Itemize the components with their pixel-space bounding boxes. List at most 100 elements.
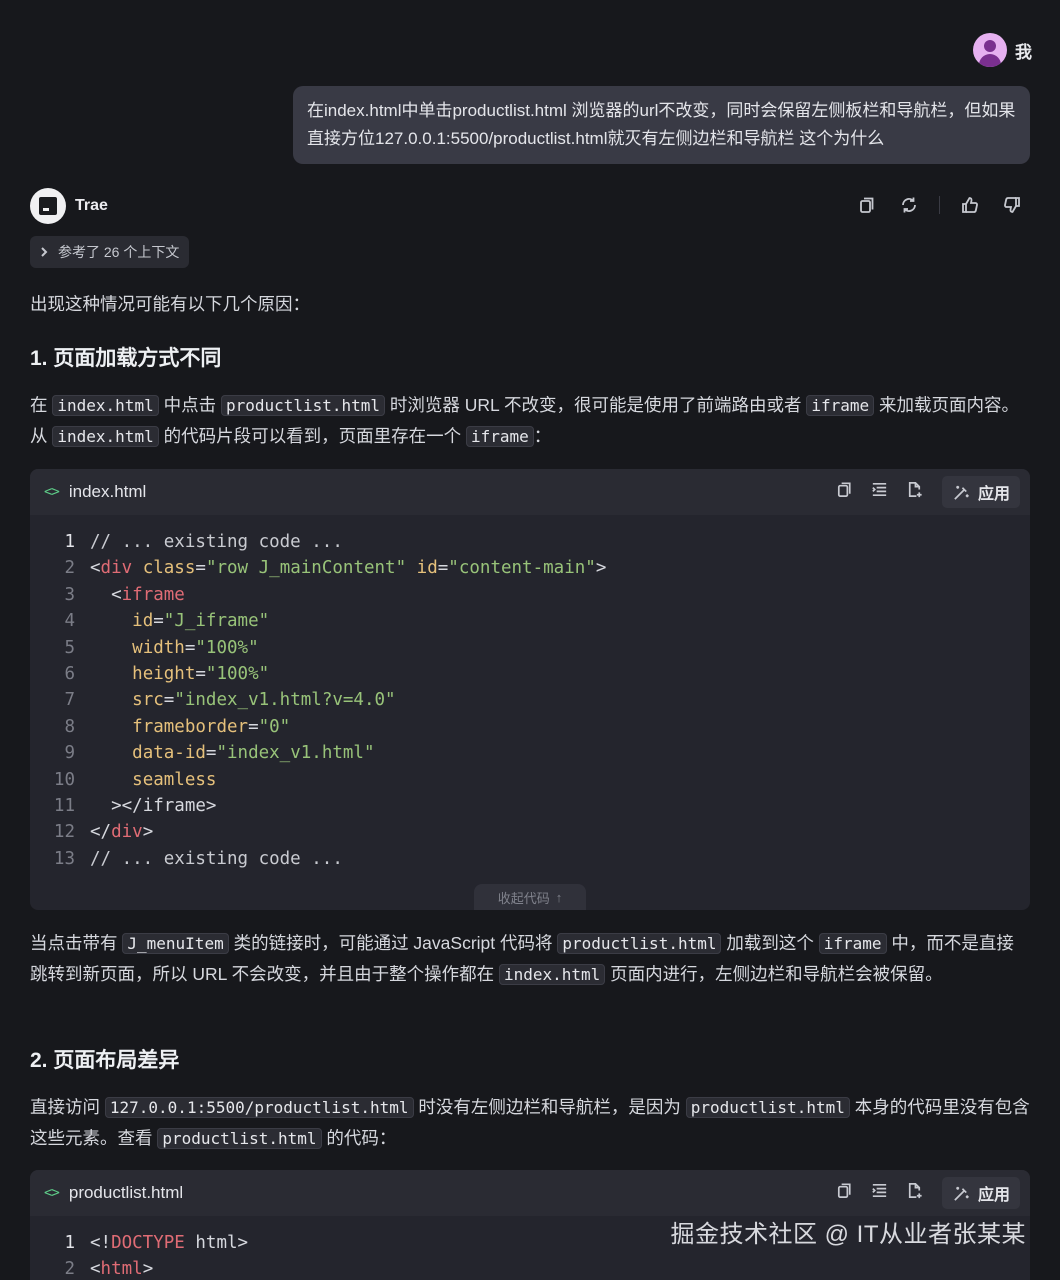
section2-heading: 2. 页面布局差异 [30,1049,180,1072]
chevron-right-icon [41,247,48,257]
assistant-name: Trae [75,197,108,214]
line-number: 12 [53,822,75,843]
intro-text: 出现这种情况可能有以下几个原因： [30,294,310,314]
user-message-bubble: 在index.html中单击productlist.html 浏览器的url不改… [293,86,1030,164]
insert-code-button[interactable] [870,1181,889,1205]
insert-code-button[interactable] [870,480,889,504]
like-button[interactable] [958,193,982,217]
watermark: 掘金技术社区 @ IT从业者张某某 [670,1221,1026,1248]
code-line: 12 </div> [30,819,1030,845]
assistant-header: Trae [30,188,108,224]
code-line: 2 <div class="row J_mainContent" id="cont… [30,555,1030,581]
line-source: id="J_iframe" [132,611,270,632]
code-line: 2 <html> [30,1256,1030,1280]
copy-code-button[interactable] [835,1181,854,1205]
arrow-up-icon: ↑ [555,889,563,905]
text-span: 加载到这个 [721,933,819,953]
apply-code-button[interactable]: 应用 [941,1177,1020,1209]
code-line: 4 id="J_iframe" [30,608,1030,634]
thumbs-up-icon [962,197,978,213]
code-icon: <> [44,484,60,500]
apply-code-button[interactable]: 应用 [941,476,1020,508]
text-span: 页面内进行，左侧边栏和导航栏会被保留。 [605,964,943,984]
line-number: 8 [64,716,75,737]
text-span: 的代码： [321,1128,397,1148]
line-number: 5 [64,637,75,658]
text-span: ： [533,426,552,446]
apply-magic-icon [954,485,969,500]
new-file-icon [908,481,922,498]
collapse-code-label: 收起代码 [497,890,550,906]
inline-code: productlist.html [220,395,386,416]
code-block-tools: 应用 [835,476,1020,508]
copy-code-button[interactable] [835,480,854,504]
section1-heading: 1. 页面加载方式不同 [30,347,222,370]
copy-message-button[interactable] [855,193,879,217]
line-number: 2 [64,1259,75,1280]
line-number: 13 [53,848,75,869]
text-span: 中点击 [158,395,221,415]
context-reference-label: 参考了 26 个上下文 [58,244,180,260]
line-source: frameborder="0" [132,716,291,737]
copy-icon [837,1183,851,1199]
inline-code: J_menuItem [122,933,229,954]
inline-code: productlist.html [557,933,722,954]
line-source: width="100%" [132,637,259,658]
line-number: 3 [64,584,75,605]
line-source: // ... existing code ... [90,532,343,552]
inline-code: index.html [52,426,159,447]
code-line: 7 src="index_v1.html?v=4.0" [30,687,1030,713]
inline-code: index.html [52,395,159,416]
context-reference-toggle[interactable]: 参考了 26 个上下文 [30,236,190,268]
line-source: <iframe [111,584,185,605]
line-number: 7 [64,690,75,711]
code-line: 6 height="100%" [30,661,1030,687]
new-file-button[interactable] [905,480,924,504]
user-avatar [973,33,1007,67]
code-line: 11 ></iframe> [30,793,1030,819]
inline-code: 127.0.0.1:5500/productlist.html [104,1097,414,1118]
line-number: 11 [53,795,75,816]
collapse-code-button[interactable]: 收起代码 ↑ [474,884,586,910]
insert-icon [872,1183,887,1198]
line-number: 6 [64,663,75,684]
code-icon: <> [44,1185,60,1201]
text-span: 直接访问 [30,1097,105,1117]
thumbs-down-icon [1004,197,1020,213]
chat-page: 我 在index.html中单击productlist.html 浏览器的url… [0,0,1060,1280]
code-line: 5 width="100%" [30,635,1030,661]
line-source: src="index_v1.html?v=4.0" [132,690,396,711]
code-line: 13 // ... existing code ... [30,846,1030,872]
code-block-filename: index.html [68,482,147,501]
text-span: 类的链接时，可能通过 JavaScript 代码将 [228,933,558,953]
line-source: </div> [90,822,154,843]
user-name: 我 [1015,42,1032,62]
code-block-filename: productlist.html [68,1183,184,1202]
code-line: 10 seamless [30,767,1030,793]
inline-code: iframe [806,395,875,416]
new-file-icon [908,1182,922,1199]
regenerate-button[interactable] [897,193,921,217]
apply-magic-icon [954,1186,969,1201]
code-block-header: <> index.html 应用 [30,469,1030,515]
copy-icon [860,197,874,213]
text-span: 在 [30,395,53,415]
line-source: height="100%" [132,663,270,684]
user-header: 我 [973,33,1032,67]
code-line: 3 <iframe [30,582,1030,608]
line-number: 1 [64,1233,75,1253]
insert-icon [872,482,887,497]
code-line: 1 // ... existing code ... [30,529,1030,555]
line-source: data-id="index_v1.html" [132,743,375,764]
actions-divider [939,196,940,214]
text-span: 当点击带有 [30,933,123,953]
trae-logo-icon [30,188,66,224]
line-source: <html> [90,1259,154,1280]
code-lines: 1 // ... existing code ... 2 <div class="ro… [30,515,1030,878]
line-source: <!DOCTYPE html> [90,1233,249,1253]
text-span: 的代码片段可以看到，页面里存在一个 [158,426,466,446]
apply-label: 应用 [977,1187,1010,1204]
code-block-tools: 应用 [835,1177,1020,1209]
new-file-button[interactable] [905,1181,924,1205]
dislike-button[interactable] [1000,193,1024,217]
